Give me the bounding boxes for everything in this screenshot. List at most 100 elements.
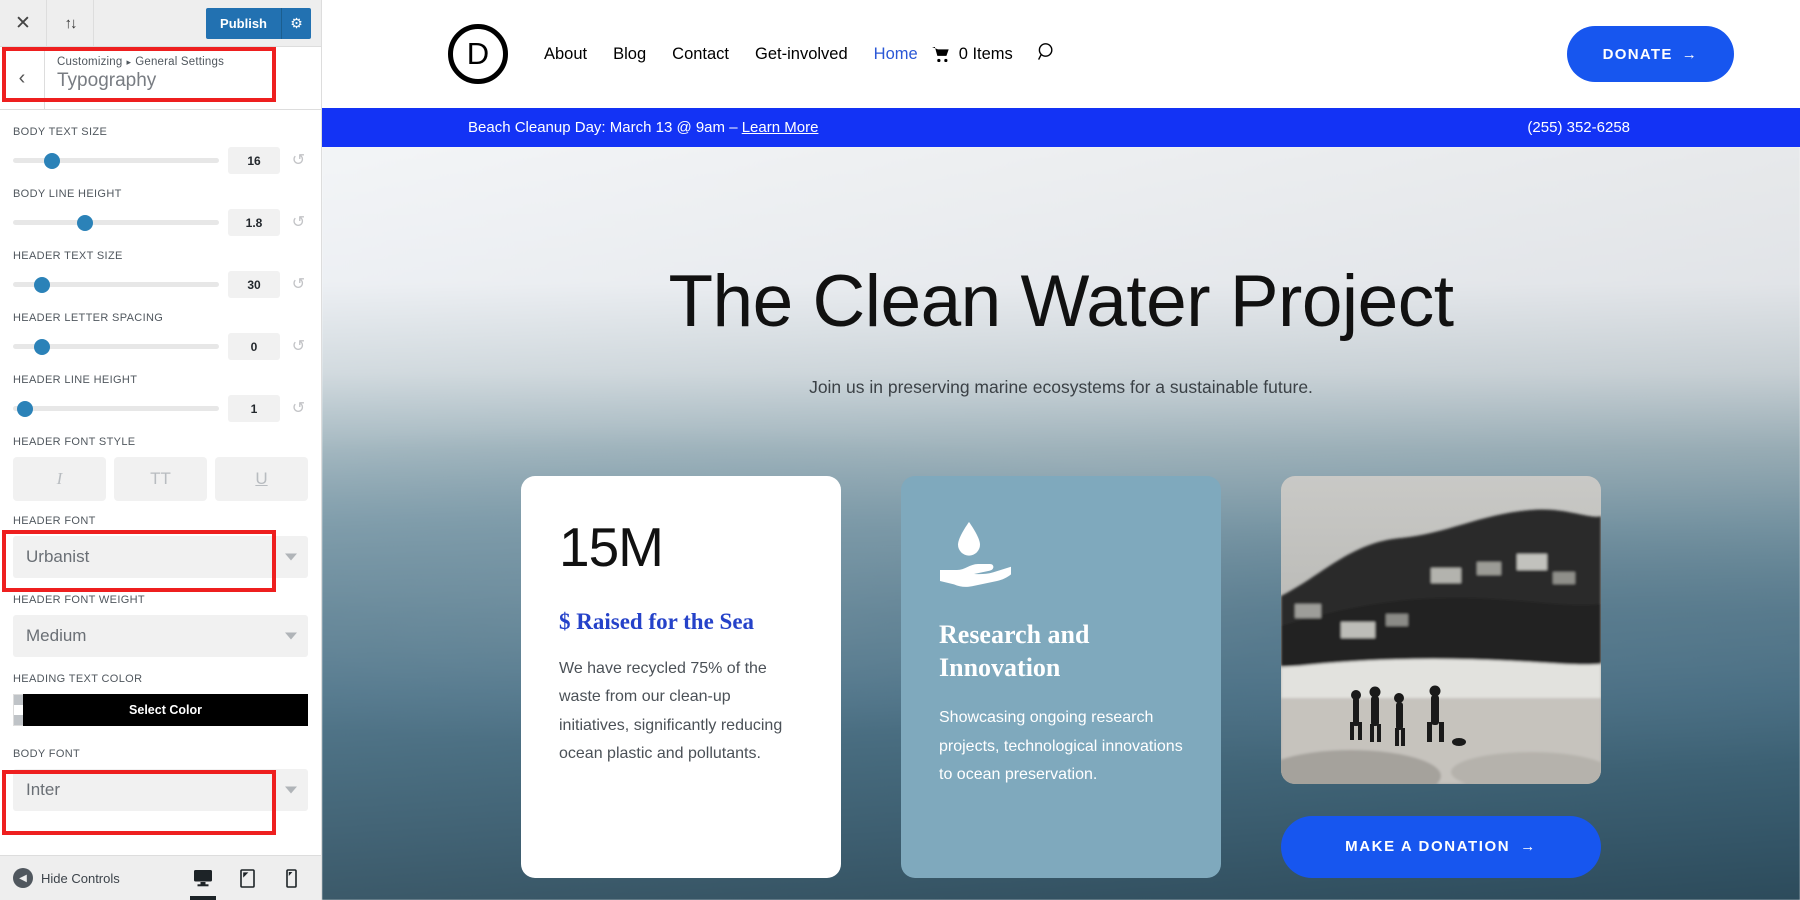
slider-track[interactable] [13, 152, 219, 169]
collapse-toggle-icon[interactable]: ↑↓ [47, 0, 94, 46]
beach-photo [1281, 475, 1601, 784]
slider-row: 1.8 ↺ [13, 209, 308, 236]
device-preview-group [186, 856, 321, 900]
desktop-preview-icon[interactable] [186, 856, 220, 900]
slider-handle[interactable] [17, 400, 34, 417]
cart-link[interactable]: 0 Items [931, 45, 1013, 64]
font-style-italic-button[interactable]: I [13, 457, 106, 501]
arrow-right-icon: → [1520, 838, 1537, 856]
primary-nav: About Blog Contact Get-involved Home [544, 45, 918, 64]
reset-icon[interactable]: ↺ [289, 152, 308, 169]
font-style-underline-button[interactable]: U [215, 457, 308, 501]
water-drop-hand-icon [940, 521, 1011, 587]
control-body-font: BODY FONT Inter [13, 748, 308, 811]
tablet-preview-icon[interactable] [230, 856, 264, 900]
color-swatch[interactable] [13, 694, 23, 726]
control-label: HEADER LETTER SPACING [13, 312, 164, 324]
panel-titles: Customizing ▸ General Settings Typography [45, 47, 224, 109]
make-donation-label: MAKE A DONATION [1345, 838, 1511, 856]
body-font-value: Inter [26, 780, 61, 799]
control-slider: HEADER LETTER SPACING 0 ↺ [13, 312, 308, 360]
publish-group: Publish ⚙ [206, 8, 311, 39]
controls-list: BODY TEXT SIZE 16 ↺ BODY LINE HEIGHT 1.8 ↺ HEA… [0, 110, 321, 836]
slider-track[interactable] [13, 214, 219, 231]
header-font-select[interactable]: Urbanist [13, 536, 308, 578]
nav-link-contact[interactable]: Contact [672, 45, 729, 64]
control-heading-text-color: HEADING TEXT COLOR Select Color [13, 673, 308, 726]
publish-button[interactable]: Publish [206, 8, 281, 39]
donate-button[interactable]: DONATE → [1566, 26, 1734, 82]
announcement-text: Beach Cleanup Day: March 13 @ 9am – Lear… [468, 119, 818, 136]
site-header: D About Blog Contact Get-involved Home 0 Ite… [322, 0, 1800, 108]
hide-controls-button[interactable]: ◀ Hide Controls [0, 868, 120, 888]
mobile-preview-icon[interactable] [274, 856, 308, 900]
announcement-bar: Beach Cleanup Day: March 13 @ 9am – Lear… [322, 108, 1800, 147]
hero-title: The Clean Water Project [668, 261, 1454, 342]
site-logo[interactable]: D [448, 24, 508, 84]
photo-card: MAKE A DONATION → [1281, 475, 1601, 878]
reset-icon[interactable]: ↺ [289, 338, 308, 355]
body-font-select[interactable]: Inter [13, 769, 308, 811]
hero-content: The Clean Water Project Join us in prese… [322, 261, 1800, 878]
control-label: HEADING TEXT COLOR [13, 673, 143, 685]
customizer-footer: ◀ Hide Controls [0, 855, 321, 900]
control-label: HEADER TEXT SIZE [13, 250, 123, 262]
header-font-value: Urbanist [26, 547, 90, 566]
font-style-uppercase-button[interactable]: TT [114, 457, 207, 501]
slider-handle[interactable] [77, 214, 94, 231]
stat-kicker: $ Raised for the Sea [559, 608, 755, 634]
control-header-font-weight: HEADER FONT WEIGHT Medium [13, 594, 308, 657]
feature-card-row: 15M $ Raised for the Sea We have recycle… [322, 475, 1800, 878]
color-picker-row: Select Color [13, 694, 308, 726]
control-slider: BODY TEXT SIZE 16 ↺ [13, 126, 308, 174]
announcement-message: Beach Cleanup Day: March 13 @ 9am – [468, 119, 742, 136]
cart-icon [931, 46, 949, 62]
learn-more-link[interactable]: Learn More [742, 119, 819, 136]
breadcrumb: Customizing ▸ General Settings [57, 56, 224, 68]
slider-track[interactable] [13, 276, 219, 293]
slider-row: 16 ↺ [13, 147, 308, 174]
close-icon[interactable]: ✕ [0, 0, 47, 46]
select-color-button[interactable]: Select Color [23, 694, 308, 726]
reset-icon[interactable]: ↺ [289, 214, 308, 231]
back-chevron-icon[interactable]: ‹ [0, 47, 45, 109]
slider-value[interactable]: 30 [228, 271, 280, 298]
make-a-donation-button[interactable]: MAKE A DONATION → [1281, 815, 1601, 878]
font-style-button-group: I TT U [13, 457, 308, 501]
header-font-weight-select[interactable]: Medium [13, 615, 308, 657]
slider-handle[interactable] [33, 276, 50, 293]
chevron-down-icon [285, 632, 297, 640]
slider-handle[interactable] [44, 152, 61, 169]
slider-handle[interactable] [33, 338, 50, 355]
reset-icon[interactable]: ↺ [289, 276, 308, 293]
phone-number[interactable]: (255) 352-6258 [1527, 119, 1630, 136]
slider-track[interactable] [13, 338, 219, 355]
slider-row: 1 ↺ [13, 395, 308, 422]
customizer-sidebar: ✕ ↑↓ Publish ⚙ ‹ Customizing ▸ General Set… [0, 0, 322, 900]
nav-link-home[interactable]: Home [874, 45, 918, 64]
customizer-app: ✕ ↑↓ Publish ⚙ ‹ Customizing ▸ General Set… [0, 0, 1800, 900]
search-icon[interactable] [1037, 42, 1057, 67]
slider-value[interactable]: 1.8 [228, 209, 280, 236]
nav-link-about[interactable]: About [544, 45, 587, 64]
arrow-right-icon: → [1681, 45, 1698, 63]
control-header-font-style: HEADER FONT STYLE I TT U [13, 436, 308, 501]
control-header-font: HEADER FONT Urbanist [13, 515, 308, 578]
slider-value[interactable]: 16 [228, 147, 280, 174]
reset-icon[interactable]: ↺ [289, 400, 308, 417]
slider-track[interactable] [13, 400, 219, 417]
stat-description: We have recycled 75% of the waste from o… [559, 659, 783, 763]
nav-link-get-involved[interactable]: Get-involved [755, 45, 848, 64]
feature-card-description: Showcasing ongoing research projects, te… [939, 709, 1183, 784]
feature-card: Research and Innovation Showcasing ongoi… [901, 475, 1221, 878]
slider-value[interactable]: 0 [228, 333, 280, 360]
slider-controls: BODY TEXT SIZE 16 ↺ BODY LINE HEIGHT 1.8 ↺ HEA… [13, 126, 308, 422]
gear-icon[interactable]: ⚙ [281, 8, 311, 39]
slider-row: 30 ↺ [13, 271, 308, 298]
chevron-down-icon [285, 786, 297, 794]
nav-link-blog[interactable]: Blog [613, 45, 646, 64]
control-label: HEADER FONT [13, 515, 96, 527]
slider-value[interactable]: 1 [228, 395, 280, 422]
page-title: Typography [57, 70, 157, 91]
stat-card: 15M $ Raised for the Sea We have recycle… [521, 475, 841, 878]
